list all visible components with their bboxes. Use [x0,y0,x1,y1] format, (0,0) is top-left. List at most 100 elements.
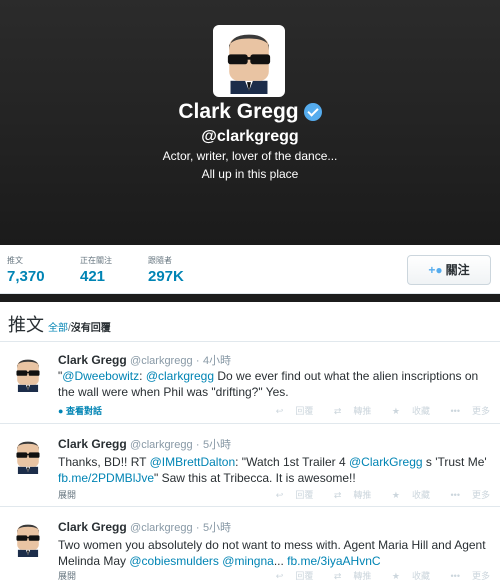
more-button[interactable]: ••• 更多 [442,571,490,581]
tweet-text-part: s 'Trust Me' [422,455,487,469]
favorite-button[interactable]: ★ 收藏 [383,571,430,581]
url-link[interactable]: fb.me/3iyaAHvnC [287,554,380,568]
tweet-actions: ↩ 回覆 ⇄ 轉推 ★ 收藏 ••• 更多 [258,488,490,501]
mention-link[interactable]: @mingna [222,554,274,568]
follow-button[interactable]: +● 關注 [407,255,491,285]
stat-tweets-label: 推文 [7,256,23,265]
favorite-button[interactable]: ★ 收藏 [383,490,430,500]
retweet-label: 轉推 [353,406,372,416]
tweet-header: Clark Gregg @clarkgregg · 5小時 [58,519,231,535]
reply-label: 回覆 [295,571,314,581]
tweet-actions: ↩ 回覆 ⇄ 轉推 ★ 收藏 ••• 更多 [258,569,490,582]
stat-followers-value: 297K [148,268,184,285]
tweet-time-sep: · [195,522,200,534]
more-dots-icon: ••• [450,490,460,500]
mention-link[interactable]: @cobiesmulders [129,554,219,568]
tweet-text-part: Thanks, BD!! RT [58,455,150,469]
tweet-author-handle[interactable]: @clarkgregg [130,355,193,367]
tweet-avatar[interactable] [10,438,46,474]
expand-link[interactable]: 展開 [58,571,76,581]
profile-bio-line2: All up in this place [201,167,299,181]
tweet-header: Clark Gregg @clarkgregg · 4小時 [58,352,231,368]
reply-button[interactable]: ↩ 回覆 [267,406,314,416]
profile-avatar[interactable] [213,25,285,97]
reply-label: 回覆 [295,406,314,416]
stat-tweets[interactable]: 推文 7,370 [7,255,45,285]
more-dots-icon: ••• [450,571,460,581]
tweet-time-sep: · [195,355,200,367]
more-button[interactable]: ••• 更多 [442,406,490,416]
verified-badge-icon [303,103,322,121]
retweet-button[interactable]: ⇄ 轉推 [325,490,372,500]
mention-link[interactable]: @ClarkGregg [349,455,423,469]
reply-icon: ↩ [275,571,284,581]
favorite-label: 收藏 [412,571,431,581]
reply-button[interactable]: ↩ 回覆 [267,571,314,581]
view-conversation-label: 查看對話 [65,406,102,416]
mention-link[interactable]: @clarkgregg [146,369,214,383]
favorite-button[interactable]: ★ 收藏 [383,406,430,416]
retweet-button[interactable]: ⇄ 轉推 [325,406,372,416]
more-label: 更多 [471,490,490,500]
favorite-label: 收藏 [412,490,431,500]
timeline-header: 推文 全部/沒有回覆 [0,302,500,342]
mention-link[interactable]: @IMBrettDalton [150,455,236,469]
tweet-author-handle[interactable]: @clarkgregg [130,522,193,534]
stat-following[interactable]: 正在關注 421 [80,255,112,285]
tweet-author-name[interactable]: Clark Gregg [58,437,127,451]
profile-header: Clark Gregg @clarkgregg Actor, writer, l… [0,0,500,245]
view-conversation-link[interactable]: ● 查看對話 [58,406,102,416]
tweet-text-part: " Saw this at Tribecca. It is awesome!! [154,471,356,485]
profile-name: Clark Gregg [178,100,299,123]
tweet-text-part: ... [273,554,288,568]
tweet-text-part: : [139,369,146,383]
tweet-item[interactable]: Clark Gregg @clarkgregg · 5小時 Thanks, BD… [0,424,500,507]
speech-bubble-icon: ● [58,406,66,416]
url-link[interactable]: fb.me/2PDMBlJve [58,471,154,485]
retweet-label: 轉推 [353,571,372,581]
filter-no-replies-link[interactable]: 沒有回覆 [71,323,111,334]
tweet-item[interactable]: Clark Gregg @clarkgregg · 5小時 Two women … [0,507,500,585]
tweet-footer: ● 查看對話 ↩ 回覆 ⇄ 轉推 ★ 收藏 ••• 更多 [58,404,490,418]
more-dots-icon: ••• [450,406,460,416]
star-icon: ★ [391,571,400,581]
retweet-icon: ⇄ [333,571,342,581]
retweet-icon: ⇄ [333,406,342,416]
tweet-avatar[interactable] [10,521,46,557]
stat-followers[interactable]: 跟隨者 297K [148,255,184,285]
tweet-text-part: : "Watch 1st Trailer 4 [235,455,349,469]
reply-button[interactable]: ↩ 回覆 [267,490,314,500]
tweet-avatar[interactable] [10,356,46,392]
stat-following-label: 正在關注 [80,256,112,265]
reply-icon: ↩ [275,490,284,500]
filter-all-link[interactable]: 全部 [48,323,68,334]
more-label: 更多 [471,406,490,416]
tweet-item[interactable]: Clark Gregg @clarkgregg · 4小時 "@Dweebowi… [0,342,500,424]
star-icon: ★ [391,406,400,416]
more-button[interactable]: ••• 更多 [442,490,490,500]
reply-icon: ↩ [275,406,284,416]
expand-link[interactable]: 展開 [58,490,76,500]
retweet-label: 轉推 [353,490,372,500]
more-label: 更多 [471,571,490,581]
tweet-timeline: 推文 全部/沒有回覆 Clark Gregg @clarkgregg · 4小時… [0,302,500,585]
tweet-header: Clark Gregg @clarkgregg · 5小時 [58,436,231,452]
tweet-timestamp[interactable]: 5小時 [203,439,231,451]
stat-following-value: 421 [80,268,106,285]
stat-followers-label: 跟隨者 [148,256,172,265]
tweet-footer: 展開 ↩ 回覆 ⇄ 轉推 ★ 收藏 ••• 更多 [58,488,490,502]
star-icon: ★ [391,490,400,500]
tweet-timestamp[interactable]: 5小時 [203,522,231,534]
mention-link[interactable]: @Dweebowitz [62,369,139,383]
tweet-text: Two women you absolutely do not want to … [58,537,488,569]
retweet-icon: ⇄ [333,490,342,500]
tweet-author-handle[interactable]: @clarkgregg [130,439,193,451]
tweet-author-name[interactable]: Clark Gregg [58,353,127,367]
tweet-timestamp[interactable]: 4小時 [203,355,231,367]
tweet-author-name[interactable]: Clark Gregg [58,520,127,534]
tweet-text: Thanks, BD!! RT @IMBrettDalton: "Watch 1… [58,454,488,486]
tweet-actions: ↩ 回覆 ⇄ 轉推 ★ 收藏 ••• 更多 [258,404,490,417]
retweet-button[interactable]: ⇄ 轉推 [325,571,372,581]
add-user-icon: +● [428,263,443,277]
stat-tweets-value: 7,370 [7,268,45,285]
